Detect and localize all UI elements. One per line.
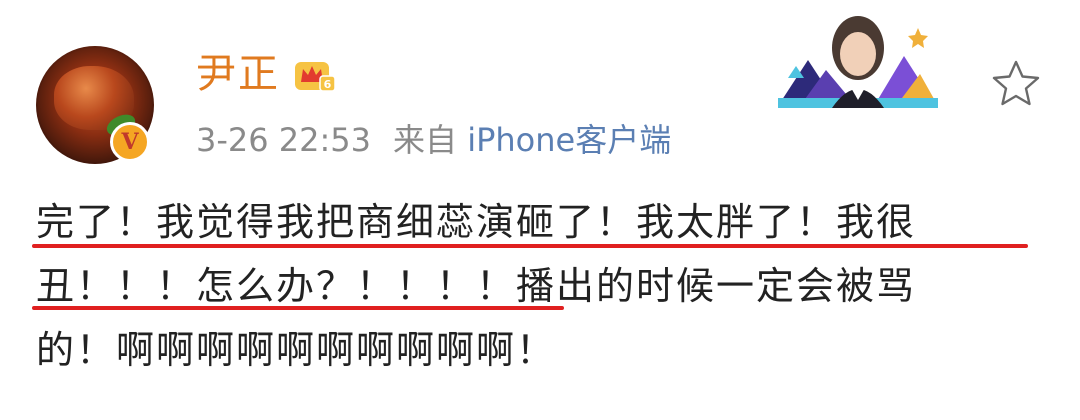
verified-v-icon: V <box>110 122 150 162</box>
source-prefix: 来自 <box>393 121 458 159</box>
verified-badge-label: V <box>121 129 139 155</box>
highlight-underline <box>32 306 564 310</box>
post-meta: 3-26 22:53 来自 iPhone客户端 <box>196 118 671 162</box>
source-client[interactable]: iPhone客户端 <box>467 121 671 159</box>
username[interactable]: 尹正 <box>196 50 280 98</box>
post-body-line: 的！啊啊啊啊啊啊啊啊啊啊！ <box>36 328 557 372</box>
star-icon[interactable] <box>990 58 1042 110</box>
post-timestamp[interactable]: 3-26 22:53 <box>196 121 371 159</box>
weibo-post-card: V 尹正 6 3-26 22:53 来自 iPhone客户端 完了！我觉得我把商细… <box>0 0 1080 420</box>
vip-level: 6 <box>324 78 332 91</box>
vip-crown-icon: 6 <box>295 62 336 92</box>
celebrity-promo-banner[interactable] <box>778 8 938 108</box>
post-body: 完了！我觉得我把商细蕊演砸了！我太胖了！我很 丑！！！怎么办？！！！！播出的时候… <box>36 190 1036 382</box>
highlight-underline <box>32 244 1028 248</box>
